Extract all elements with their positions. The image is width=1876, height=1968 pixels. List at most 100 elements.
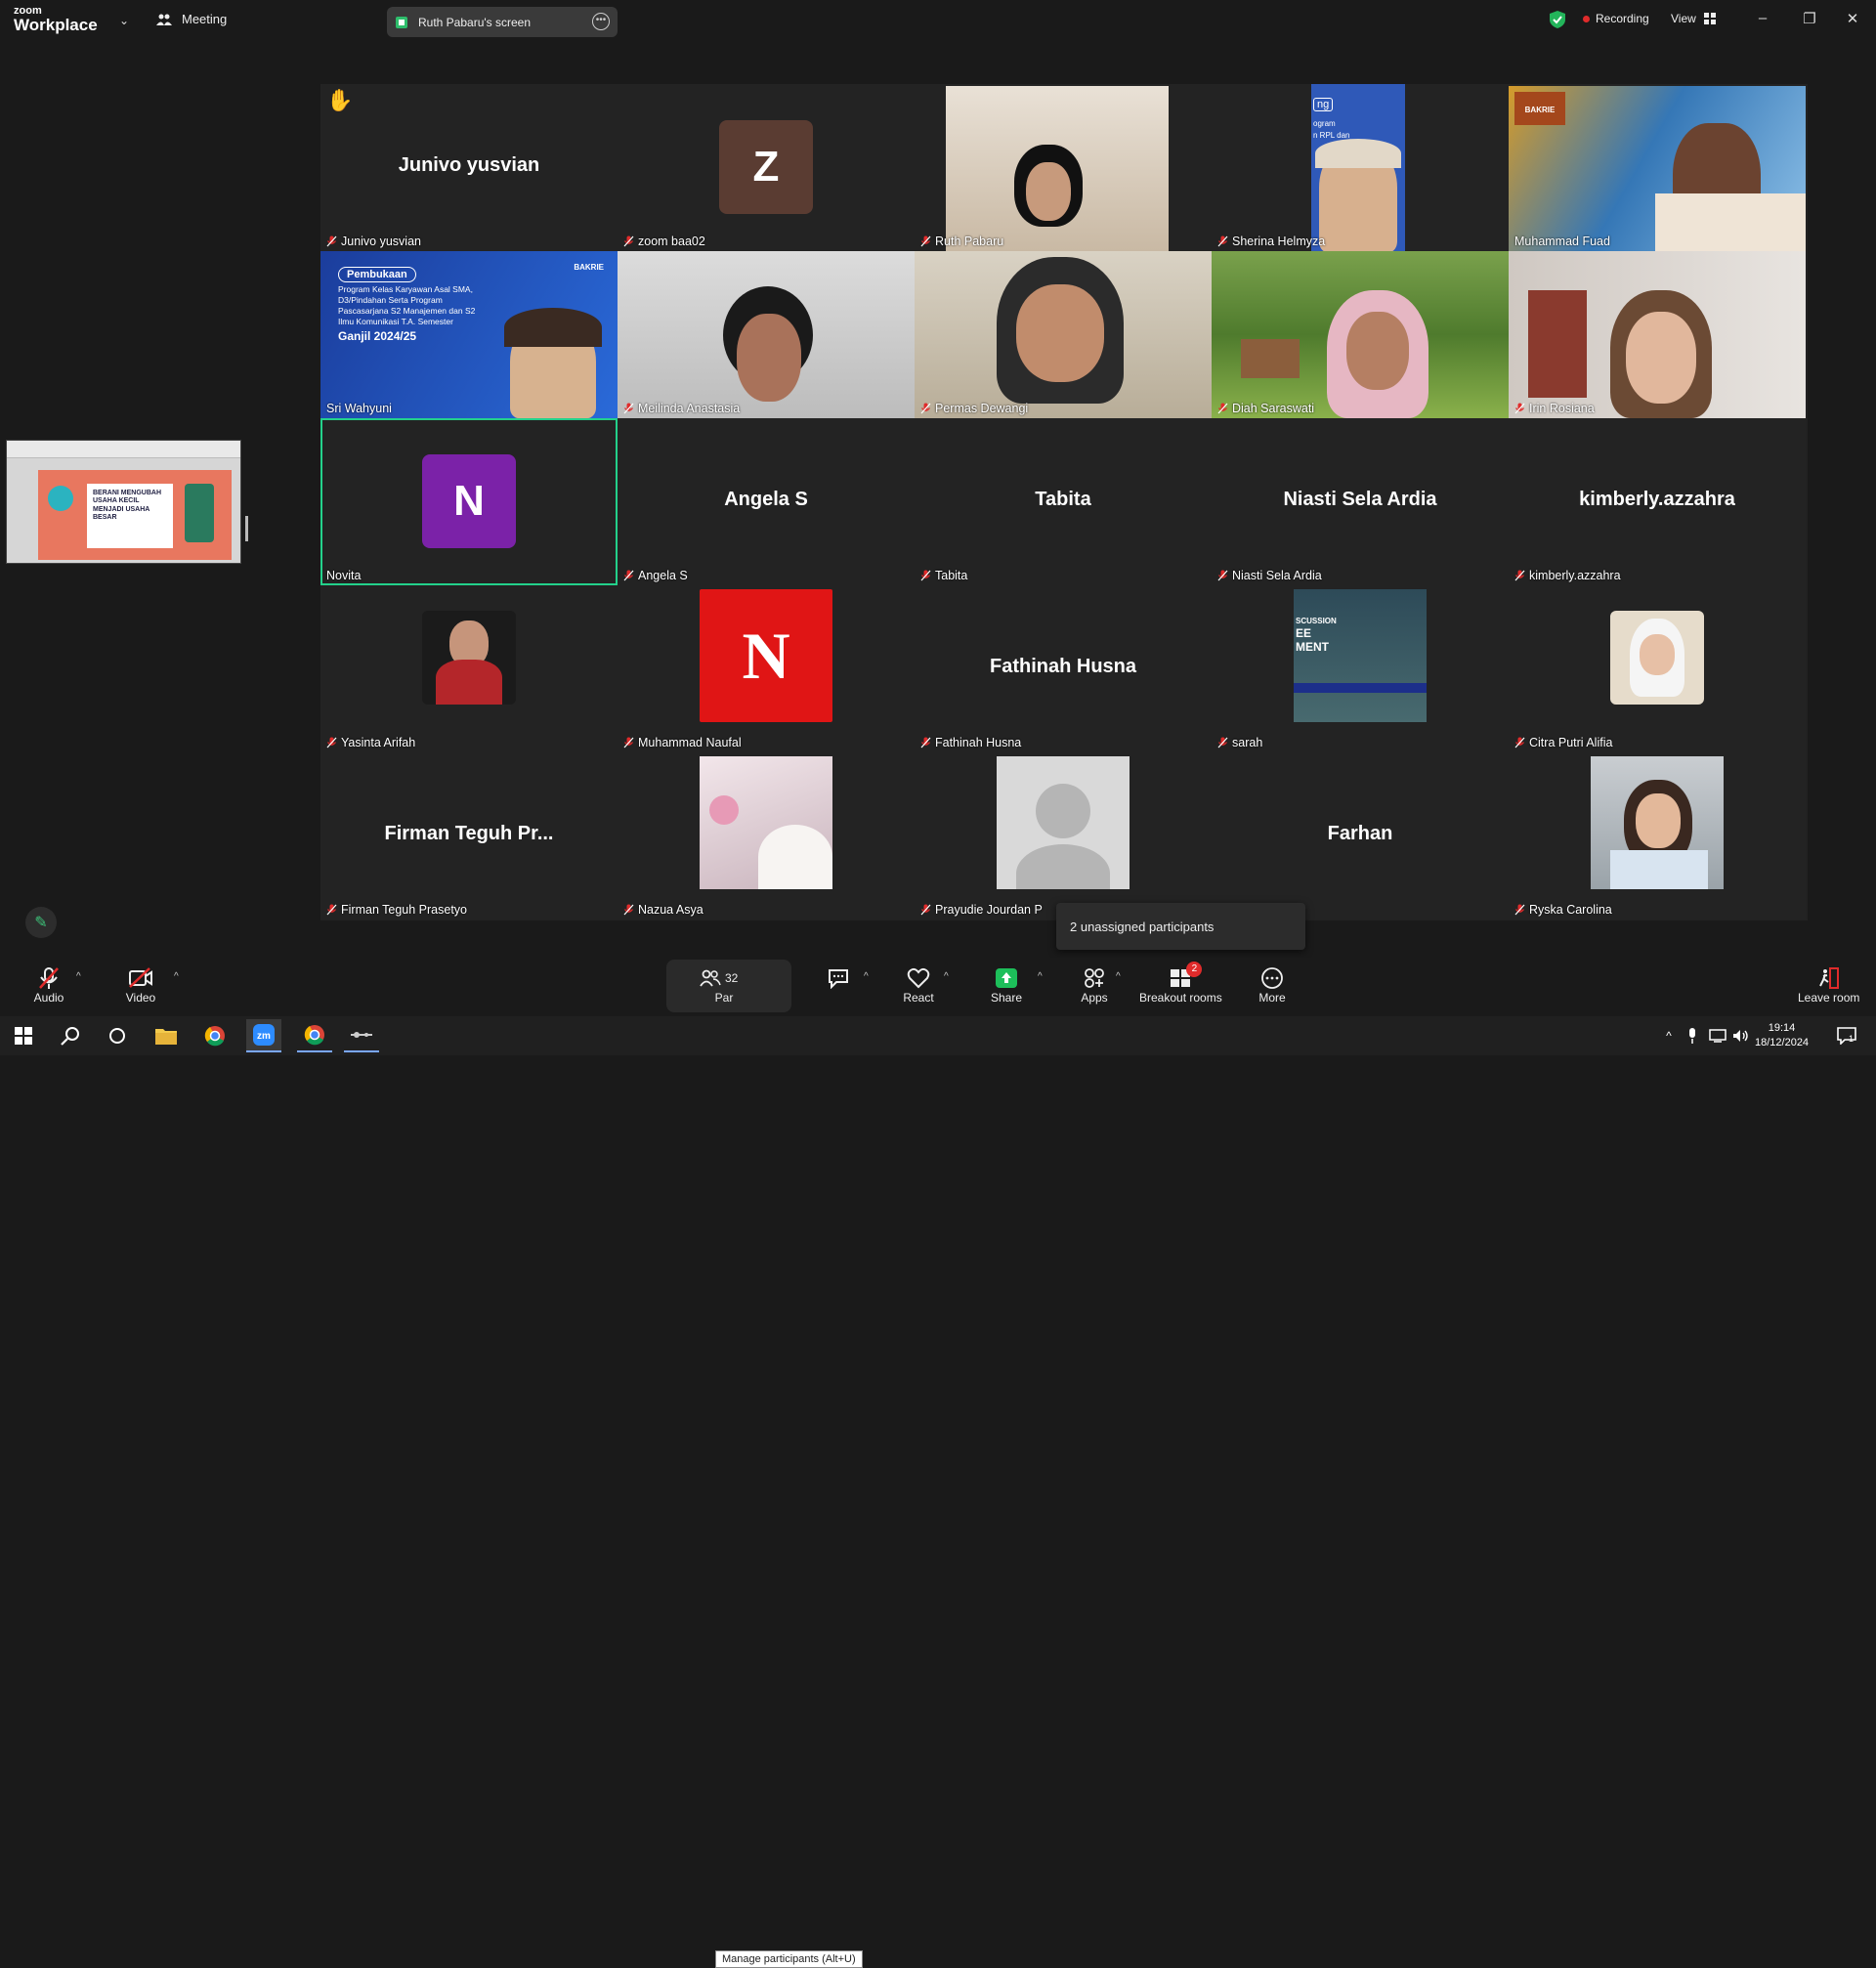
participant-tile-active-speaker[interactable]: N Novita <box>320 418 618 585</box>
participants-icon: 32 <box>700 965 748 991</box>
more-button[interactable]: More <box>1257 965 1288 1005</box>
breakout-badge: 2 <box>1186 962 1203 977</box>
more-options-icon[interactable]: ••• <box>592 13 610 30</box>
screen-share-icon <box>396 16 407 28</box>
participant-tile[interactable]: Yasinta Arifah <box>320 585 618 752</box>
share-button[interactable]: Share <box>991 965 1022 1005</box>
participants-tooltip: Manage participants (Alt+U) <box>715 1950 863 1968</box>
chevron-down-icon[interactable]: ⌄ <box>119 14 129 27</box>
zoom-workplace-logo[interactable]: zoom Workplace <box>14 6 98 34</box>
share-caret-icon[interactable]: ^ <box>1038 971 1043 982</box>
title-bar: zoom Workplace ⌄ Meeting Ruth Pabaru's s… <box>0 0 1876 43</box>
shared-screen-thumbnail[interactable]: BERANI MENGUBAH USAHA KECIL MENJADI USAH… <box>6 440 241 564</box>
network-icon[interactable] <box>1708 1022 1727 1049</box>
shared-screen-title: Ruth Pabaru's screen <box>418 15 532 29</box>
person-shirt <box>1655 193 1806 251</box>
participant-tile[interactable]: Tabita Tabita <box>915 418 1212 585</box>
participant-name-label: Sherina Helmyza <box>1217 235 1325 248</box>
video-feed: ng ogram n RPL dan <box>1311 84 1405 251</box>
encryption-shield-icon[interactable] <box>1550 11 1565 28</box>
close-icon[interactable]: ✕ <box>1843 10 1862 27</box>
minimize-icon[interactable]: – <box>1753 10 1772 26</box>
participant-tile[interactable]: Z zoom baa02 <box>618 84 915 251</box>
participant-tile[interactable]: Angela S Angela S <box>618 418 915 585</box>
view-label: View <box>1671 12 1696 25</box>
participants-button[interactable]: 32 Par <box>700 965 748 1005</box>
volume-icon[interactable] <box>1731 1022 1751 1049</box>
video-label: Video <box>125 991 156 1005</box>
participant-tile[interactable]: Prayudie Jourdan P <box>915 752 1212 920</box>
recording-indicator[interactable]: Recording <box>1583 12 1649 25</box>
background-text: ng <box>1313 98 1334 111</box>
participant-tile[interactable]: SCUSSION EE MENT sarah <box>1212 585 1509 752</box>
search-icon[interactable] <box>57 1022 84 1049</box>
participant-tile[interactable]: Citra Putri Alifia <box>1509 585 1806 752</box>
svg-text:zm: zm <box>257 1031 271 1042</box>
chrome-icon[interactable] <box>201 1022 229 1049</box>
react-caret-icon[interactable]: ^ <box>944 971 949 982</box>
windows-start-icon[interactable] <box>10 1022 37 1049</box>
participant-name-label: Permas Dewangi <box>920 402 1028 415</box>
participant-tile[interactable]: Firman Teguh Pr... Firman Teguh Prasetyo <box>320 752 618 920</box>
chrome-window-icon[interactable] <box>297 1019 332 1052</box>
participant-tile[interactable]: BAKRIE Muhammad Fuad <box>1509 84 1806 251</box>
microphone-tray-icon[interactable] <box>1684 1022 1700 1049</box>
app-window-icon[interactable] <box>344 1019 379 1052</box>
default-avatar <box>997 756 1130 889</box>
annotate-pencil-icon[interactable]: ✎ <box>25 907 57 938</box>
audio-button[interactable]: Audio <box>33 965 64 1005</box>
participant-name: Firman Teguh Prasetyo <box>341 903 467 917</box>
participant-tile[interactable]: N Muhammad Naufal <box>618 585 915 752</box>
chat-icon <box>823 965 854 991</box>
participant-tile[interactable]: Fathinah Husna Fathinah Husna <box>915 585 1212 752</box>
participant-display-name: Farhan <box>1327 823 1393 844</box>
video-button[interactable]: Video <box>125 965 156 1005</box>
video-feed <box>618 251 915 418</box>
participant-tile[interactable]: Permas Dewangi <box>915 251 1212 418</box>
restore-icon[interactable]: ❐ <box>1800 10 1819 27</box>
task-view-icon[interactable] <box>104 1022 131 1049</box>
participant-tile[interactable]: Meilinda Anastasia <box>618 251 915 418</box>
breakout-rooms-button[interactable]: 2 Breakout rooms <box>1139 962 1222 1005</box>
picture-band <box>1294 683 1427 693</box>
flower-decor <box>709 795 739 825</box>
participant-tile[interactable]: Farhan <box>1212 752 1509 920</box>
muted-mic-icon <box>1217 570 1228 581</box>
participant-name: Muhammad Naufal <box>638 736 742 749</box>
participant-tile[interactable]: Pembukaan Program Kelas Karyawan Asal SM… <box>320 251 618 418</box>
tray-chevron-icon[interactable]: ^ <box>1661 1022 1677 1049</box>
participant-name-label: sarah <box>1217 736 1262 749</box>
view-button[interactable]: View <box>1671 12 1716 25</box>
leave-room-button[interactable]: Leave room <box>1798 965 1859 1005</box>
chat-caret-icon[interactable]: ^ <box>864 971 869 982</box>
video-feed: BAKRIE <box>1509 86 1806 251</box>
participant-tile[interactable]: Nazua Asya <box>618 752 915 920</box>
audio-caret-icon[interactable]: ^ <box>76 971 81 982</box>
participant-tile[interactable]: Ryska Carolina <box>1509 752 1806 920</box>
person-blouse <box>1610 850 1708 889</box>
participant-tile[interactable]: kimberly.azzahra kimberly.azzahra <box>1509 418 1806 585</box>
meeting-menu-button[interactable]: Meeting <box>156 12 227 26</box>
apps-button[interactable]: Apps <box>1079 965 1110 1005</box>
notifications-icon[interactable]: 1 <box>1833 1022 1860 1049</box>
clock[interactable]: 19:14 18/12/2024 <box>1755 1021 1809 1050</box>
participant-tile[interactable]: ✋ Junivo yusvian Junivo yusvian <box>320 84 618 251</box>
apps-caret-icon[interactable]: ^ <box>1116 971 1121 982</box>
building-logo: BAKRIE <box>1514 92 1565 125</box>
participant-tile[interactable]: Diah Saraswati <box>1212 251 1509 418</box>
shared-screen-pill[interactable]: Ruth Pabaru's screen ••• <box>387 7 618 37</box>
video-caret-icon[interactable]: ^ <box>174 971 179 982</box>
resize-handle[interactable] <box>245 516 248 541</box>
participant-name: Tabita <box>935 569 968 582</box>
participant-tile[interactable]: Ruth Pabaru <box>915 84 1212 251</box>
zoom-taskbar-icon[interactable]: zm <box>246 1019 281 1052</box>
muted-mic-icon <box>33 965 64 991</box>
file-explorer-icon[interactable] <box>152 1022 180 1049</box>
participant-tile[interactable]: ng ogram n RPL dan Sherina Helmyza <box>1212 84 1509 251</box>
leave-icon <box>1813 965 1845 991</box>
participant-tile[interactable]: Irin Rosiana <box>1509 251 1806 418</box>
participant-tile[interactable]: Niasti Sela Ardia Niasti Sela Ardia <box>1212 418 1509 585</box>
react-button[interactable]: React <box>903 965 934 1005</box>
chat-button[interactable] <box>823 965 854 991</box>
video-feed <box>1509 251 1806 418</box>
